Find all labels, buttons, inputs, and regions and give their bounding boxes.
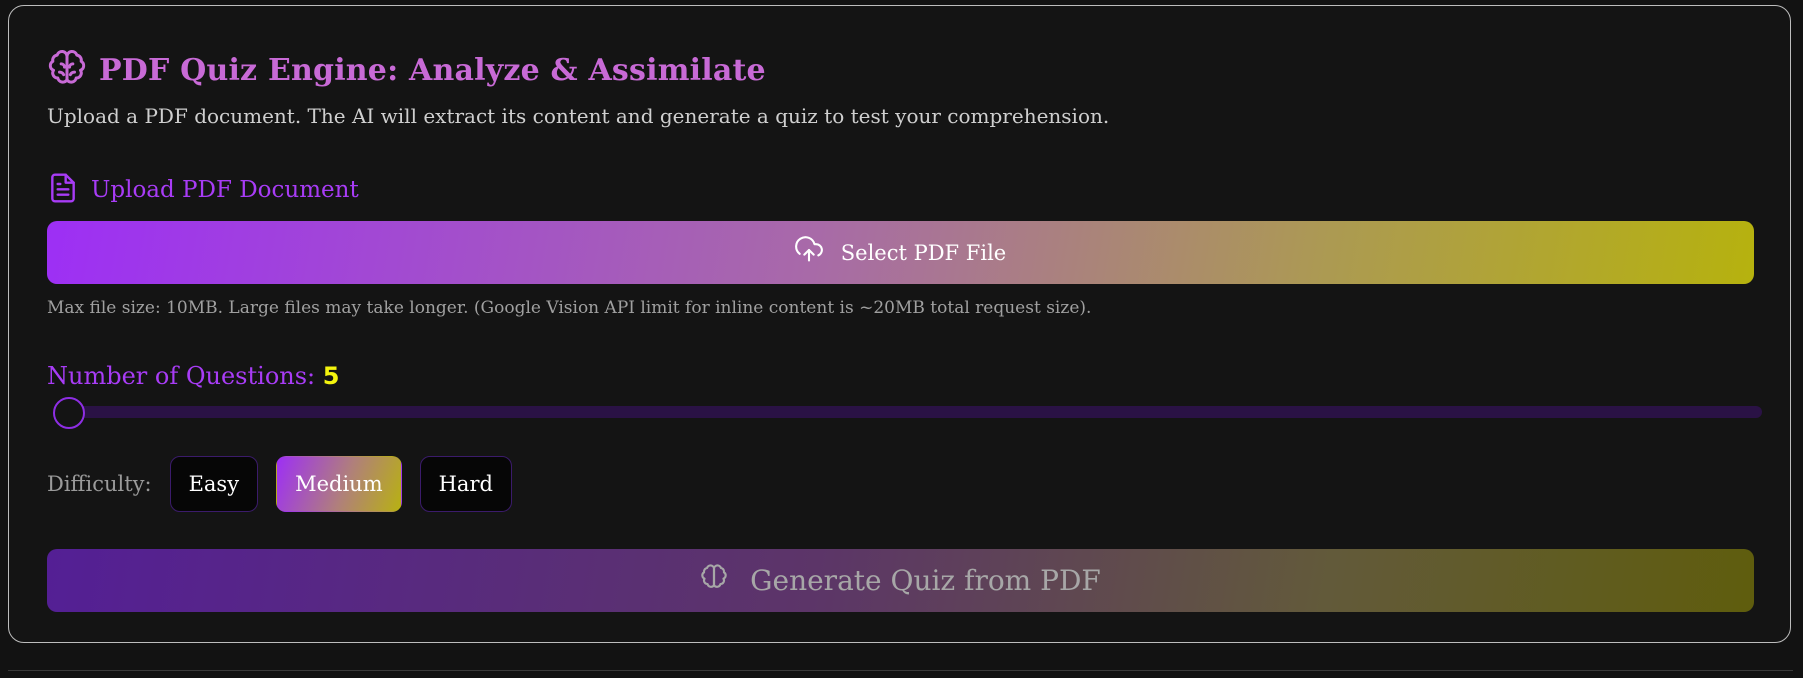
- upload-label-text: Upload PDF Document: [91, 177, 359, 203]
- difficulty-easy-button[interactable]: Easy: [169, 456, 259, 512]
- page-title: PDF Quiz Engine: Analyze & Assimilate: [99, 52, 766, 88]
- questions-label: Number of Questions: 5: [47, 362, 339, 390]
- bottom-divider: [8, 670, 1793, 671]
- select-pdf-button[interactable]: Select PDF File: [47, 221, 1754, 284]
- upload-section-label: Upload PDF Document: [47, 172, 359, 208]
- difficulty-label: Difficulty:: [47, 472, 152, 496]
- questions-slider-track[interactable]: [59, 406, 1762, 418]
- difficulty-medium-button[interactable]: Medium: [276, 456, 402, 512]
- page-subtitle: Upload a PDF document. The AI will extra…: [47, 104, 1110, 128]
- select-pdf-label: Select PDF File: [840, 240, 1007, 265]
- brain-icon: [700, 563, 728, 598]
- brain-icon: [47, 48, 87, 92]
- questions-label-text: Number of Questions:: [47, 362, 316, 390]
- quiz-engine-card: PDF Quiz Engine: Analyze & Assimilate Up…: [8, 5, 1791, 643]
- questions-count: 5: [322, 362, 340, 390]
- cloud-upload-icon: [794, 236, 823, 269]
- difficulty-selector: Difficulty: Easy Medium Hard: [47, 456, 530, 512]
- generate-quiz-label: Generate Quiz from PDF: [750, 564, 1101, 597]
- questions-slider-thumb[interactable]: [53, 397, 85, 429]
- file-size-hint: Max file size: 10MB. Large files may tak…: [47, 298, 1092, 318]
- header: PDF Quiz Engine: Analyze & Assimilate: [47, 48, 766, 92]
- generate-quiz-button[interactable]: Generate Quiz from PDF: [47, 549, 1754, 612]
- difficulty-hard-button[interactable]: Hard: [419, 456, 512, 512]
- document-icon: [47, 172, 79, 208]
